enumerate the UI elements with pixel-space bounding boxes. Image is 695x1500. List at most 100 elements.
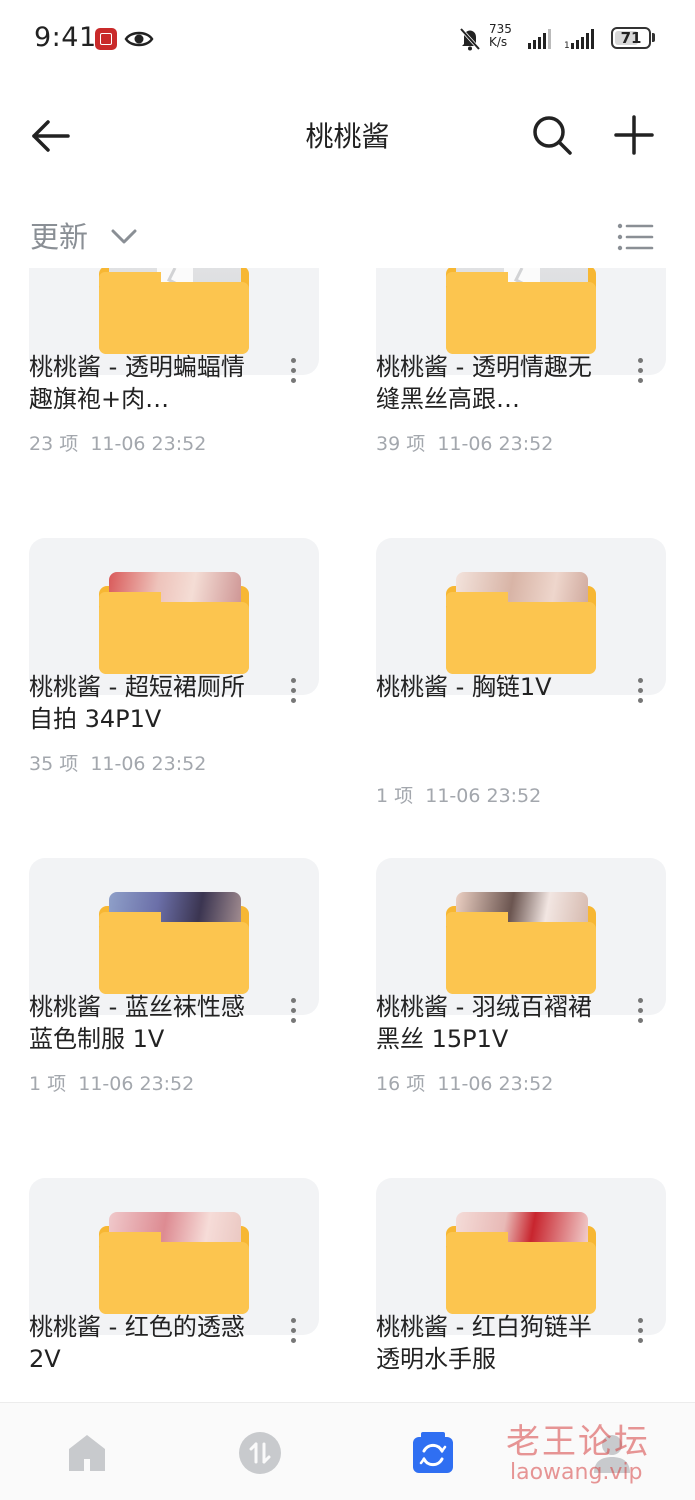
folder-title[interactable]: 桃桃酱 - 透明情趣无缝黑丝高跟…	[376, 351, 606, 415]
more-dot	[638, 678, 643, 683]
header: 桃桃酱	[0, 95, 695, 175]
sort-dropdown[interactable]: 更新	[30, 213, 138, 257]
folder-icon	[446, 592, 596, 674]
folder-title[interactable]: 桃桃酱 - 蓝丝袜性感蓝色制服 1V	[29, 991, 259, 1055]
battery-tip	[652, 33, 655, 42]
sort-label: 更新	[30, 220, 89, 254]
item-count: 16 项	[376, 1073, 426, 1095]
more-options-button[interactable]	[630, 354, 652, 390]
nav-files[interactable]	[411, 1431, 455, 1475]
item-count: 35 项	[29, 753, 79, 775]
folder-icon	[99, 912, 249, 994]
eye-icon	[124, 31, 154, 47]
more-dot	[638, 1318, 643, 1323]
more-dot	[291, 378, 296, 383]
nav-profile[interactable]	[590, 1431, 634, 1475]
folder-icon	[99, 272, 249, 354]
page-title: 桃桃酱	[305, 120, 390, 153]
modified-date: 11-06 23:52	[437, 433, 554, 455]
folder-grid[interactable]: 桃桃酱 - 透明蝙蝠情趣旗袍+肉… 23 项 11-06 23:52 桃桃酱 - 透…	[0, 268, 695, 1402]
more-dot	[638, 378, 643, 383]
list-view-button[interactable]	[616, 221, 654, 253]
status-time: 9:41	[34, 22, 97, 53]
folder-icon	[446, 912, 596, 994]
home-icon	[69, 1435, 105, 1471]
item-count: 1 项	[376, 785, 414, 807]
net-speed-unit: K/s	[489, 35, 508, 49]
modified-date: 11-06 23:52	[437, 1073, 554, 1095]
more-options-button[interactable]	[283, 1314, 305, 1350]
signal-icon	[528, 29, 551, 49]
modified-date: 11-06 23:52	[90, 433, 207, 455]
meta-spacer	[425, 433, 437, 455]
folder-card[interactable]: 桃桃酱 - 红白狗链半透明水手服	[376, 1178, 666, 1402]
more-options-button[interactable]	[283, 674, 305, 710]
folder-card[interactable]: 桃桃酱 - 红色的透惑 2V	[29, 1178, 319, 1402]
sort-bar: 更新	[0, 205, 695, 265]
folder-title[interactable]: 桃桃酱 - 羽绒百褶裙黑丝 15P1V	[376, 991, 606, 1055]
more-dot	[638, 368, 643, 373]
bottom-nav	[0, 1402, 695, 1500]
more-dot	[638, 998, 643, 1003]
more-dot	[291, 358, 296, 363]
more-dot	[291, 1318, 296, 1323]
folder-card[interactable]: 桃桃酱 - 羽绒百褶裙黑丝 15P1V 16 项 11-06 23:52	[376, 858, 666, 1158]
folder-meta: 35 项 11-06 23:52	[29, 749, 206, 776]
more-dot	[638, 1018, 643, 1023]
app-notification-icon	[95, 28, 117, 50]
bell-mute-icon	[459, 27, 481, 51]
meta-spacer	[66, 1073, 78, 1095]
more-dot	[291, 678, 296, 683]
plus-icon	[614, 115, 654, 155]
nav-home[interactable]	[65, 1431, 109, 1475]
folder-icon	[99, 1232, 249, 1314]
folder-card[interactable]: 桃桃酱 - 蓝丝袜性感蓝色制服 1V 1 项 11-06 23:52	[29, 858, 319, 1158]
item-count: 1 项	[29, 1073, 67, 1095]
more-options-button[interactable]	[283, 994, 305, 1030]
folder-card[interactable]: 桃桃酱 - 透明情趣无缝黑丝高跟… 39 项 11-06 23:52	[376, 268, 666, 518]
more-options-button[interactable]	[630, 674, 652, 710]
folder-meta: 39 项 11-06 23:52	[376, 429, 553, 456]
chevron-down-icon	[111, 229, 137, 244]
item-count: 23 项	[29, 433, 79, 455]
modified-date: 11-06 23:52	[425, 785, 542, 807]
meta-spacer	[425, 1073, 437, 1095]
more-dot	[291, 698, 296, 703]
add-button[interactable]	[612, 113, 656, 157]
folder-card[interactable]: 桃桃酱 - 胸链1V 1 项 11-06 23:52	[376, 538, 666, 838]
nav-transfer[interactable]	[238, 1431, 282, 1475]
more-options-button[interactable]	[630, 1314, 652, 1350]
more-dot	[291, 1328, 296, 1333]
more-dot	[638, 698, 643, 703]
more-dot	[291, 688, 296, 693]
transfer-icon	[239, 1432, 281, 1474]
folder-icon	[446, 272, 596, 354]
files-icon	[413, 1432, 453, 1473]
more-dot	[638, 1328, 643, 1333]
more-dot	[291, 1338, 296, 1343]
more-dot	[291, 1018, 296, 1023]
battery-indicator: 71	[611, 27, 651, 49]
folder-card[interactable]: 桃桃酱 - 超短裙厕所自拍 34P1V 35 项 11-06 23:52	[29, 538, 319, 838]
search-button[interactable]	[530, 113, 574, 157]
folder-meta: 1 项 11-06 23:52	[29, 1069, 194, 1096]
folder-meta: 1 项 11-06 23:52	[376, 781, 541, 808]
folder-title[interactable]: 桃桃酱 - 红白狗链半透明水手服	[376, 1311, 606, 1375]
modified-date: 11-06 23:52	[78, 1073, 195, 1095]
meta-spacer	[413, 785, 425, 807]
modified-date: 11-06 23:52	[90, 753, 207, 775]
folder-meta: 16 项 11-06 23:52	[376, 1069, 553, 1096]
more-options-button[interactable]	[283, 354, 305, 390]
folder-title[interactable]: 桃桃酱 - 红色的透惑 2V	[29, 1311, 259, 1375]
status-bar: 9:41 735 K/s 1 71	[0, 0, 695, 80]
list-view-icon	[617, 223, 654, 251]
folder-title[interactable]: 桃桃酱 - 胸链1V	[376, 671, 606, 703]
signal-icon: 1	[564, 29, 594, 50]
item-count: 39 项	[376, 433, 426, 455]
folder-card[interactable]: 桃桃酱 - 透明蝙蝠情趣旗袍+肉… 23 项 11-06 23:52	[29, 268, 319, 518]
folder-title[interactable]: 桃桃酱 - 透明蝙蝠情趣旗袍+肉…	[29, 351, 259, 415]
more-options-button[interactable]	[630, 994, 652, 1030]
folder-title[interactable]: 桃桃酱 - 超短裙厕所自拍 34P1V	[29, 671, 259, 735]
more-dot	[638, 1008, 643, 1013]
screen: 9:41 735 K/s 1 71 桃桃酱 更新 桃桃酱 - 透明蝙蝠情趣旗袍+…	[0, 0, 695, 1500]
